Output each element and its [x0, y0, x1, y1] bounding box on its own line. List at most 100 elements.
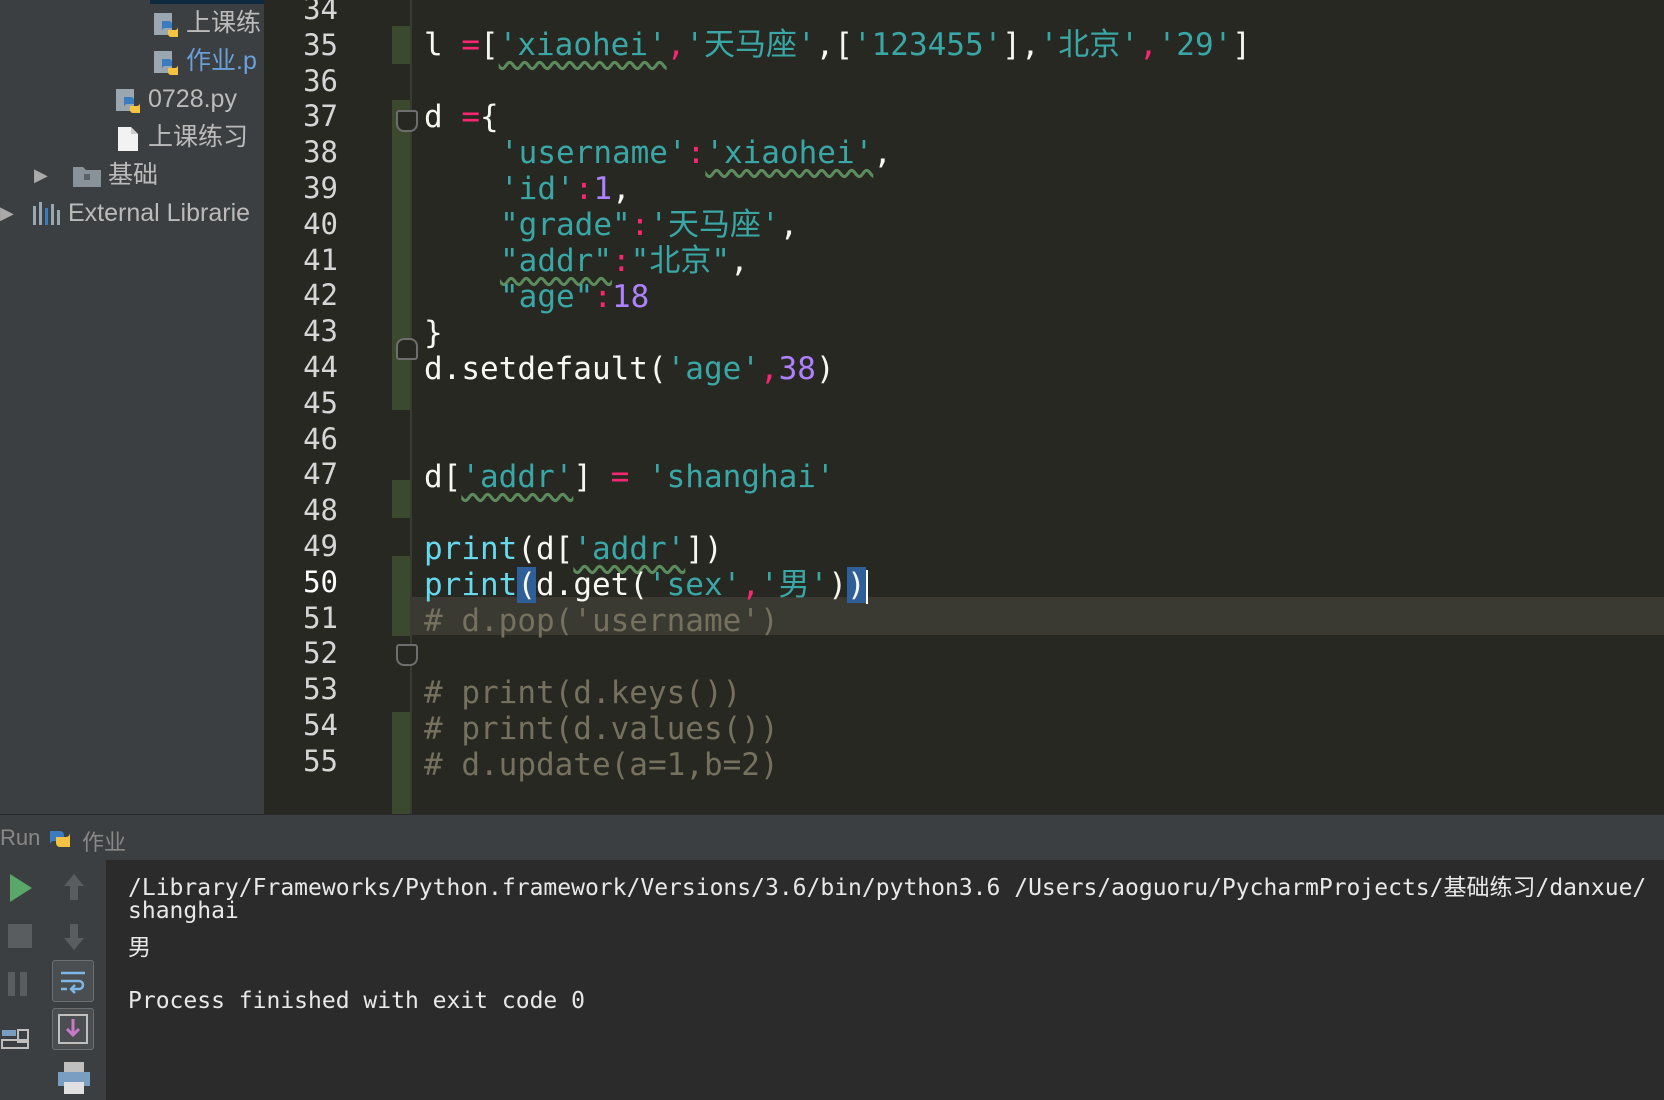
code-token: print — [424, 531, 518, 567]
line-number: 41 — [303, 242, 338, 277]
fold-toggle-icon[interactable] — [396, 110, 418, 132]
line-number: 39 — [303, 171, 338, 205]
code-token: 'shanghai' — [647, 459, 835, 495]
run-icon[interactable] — [2, 868, 42, 908]
code-line-55[interactable]: # d.update(a=1,b=2) — [424, 746, 779, 784]
code-line-44[interactable]: d.setdefault('age',38) — [424, 350, 835, 388]
line-number: 51 — [303, 600, 338, 635]
code-token: 'xiaohei' — [705, 135, 874, 171]
code-line-54[interactable]: # print(d.values()) — [424, 710, 779, 748]
code-token: = — [610, 459, 630, 495]
text-caret — [865, 569, 868, 604]
tree-item-label: 上课练习 — [148, 123, 249, 151]
code-token: , — [666, 27, 686, 63]
library-icon — [33, 202, 60, 225]
code-line-47[interactable]: d['addr'] = 'shanghai' — [424, 458, 835, 496]
code-line-50[interactable]: print(d.get('sex','男')) — [424, 566, 868, 604]
code-token: , — [741, 567, 760, 603]
code-token: } — [424, 315, 443, 351]
code-token: : — [593, 279, 612, 315]
run-panel-title: Run — [0, 825, 41, 850]
line-number: 35 — [303, 27, 338, 62]
code-line-40[interactable]: "grade":'天马座', — [500, 206, 798, 244]
expand-arrow-icon[interactable]: ▶ — [0, 194, 14, 232]
layout-icon[interactable] — [0, 1022, 40, 1062]
code-token: "age" — [500, 279, 594, 315]
line-number: 38 — [303, 135, 338, 170]
change-marker — [392, 100, 410, 410]
code-token: 'addr' — [461, 459, 574, 495]
code-token: "grade" — [500, 207, 631, 243]
code-token: = — [461, 99, 480, 135]
scroll-to-end-button[interactable] — [52, 1008, 94, 1050]
fold-toggle-icon[interactable] — [396, 644, 418, 666]
code-token: 'addr' — [573, 531, 686, 567]
code-token: '北京' — [1039, 27, 1139, 63]
change-marker — [392, 480, 410, 518]
code-token: 38 — [778, 351, 816, 387]
line-number: 53 — [303, 672, 338, 707]
run-panel-header: Run 作业 — [0, 814, 1664, 861]
code-token: # d.pop('username') — [424, 603, 779, 639]
code-token: , — [729, 243, 749, 279]
code-line-41[interactable]: "addr":"北京", — [500, 242, 749, 280]
soft-wrap-icon — [61, 971, 85, 994]
scroll-to-end-icon — [58, 1014, 88, 1044]
tree-item-label: 上课练 — [186, 9, 262, 37]
code-token: [ — [480, 27, 499, 63]
code-token: : — [686, 135, 706, 171]
code-token: d.setdefault( — [424, 351, 667, 387]
python-icon — [50, 831, 70, 847]
up-icon[interactable] — [54, 868, 94, 908]
code-token: : — [630, 207, 650, 243]
code-token: 18 — [612, 279, 650, 315]
code-token: : — [574, 171, 594, 207]
run-config-name[interactable]: 作业 — [82, 825, 126, 857]
run-console-output[interactable]: /Library/Frameworks/Python.framework/Ver… — [106, 860, 1664, 1100]
line-number: 55 — [303, 743, 338, 778]
console-line: 男 — [128, 935, 151, 961]
stop-icon[interactable] — [2, 916, 42, 956]
code-editor[interactable]: 34 35 36 37 38 39 40 41 42 43 44 45 46 47 48 49 50 51 52 53… — [264, 0, 1664, 814]
code-token: d[ — [424, 459, 462, 495]
code-token: 'sex' — [647, 567, 742, 603]
code-token: '123455' — [852, 27, 1003, 63]
code-line-37[interactable]: d ={ — [424, 98, 499, 136]
change-marker — [392, 556, 410, 636]
expand-arrow-icon[interactable]: ▶ — [34, 156, 48, 194]
code-token: "addr" — [500, 243, 612, 279]
code-line-42[interactable]: "age":18 — [500, 278, 649, 316]
file-icon — [118, 127, 138, 151]
change-marker — [392, 26, 410, 64]
code-token: d.get( — [536, 567, 648, 603]
code-line-43[interactable]: } — [424, 314, 443, 352]
code-token: print — [424, 567, 518, 603]
fold-toggle-icon[interactable] — [396, 338, 418, 360]
tree-item-label: 0728.py — [148, 85, 237, 113]
code-line-51[interactable]: # d.pop('username') — [424, 602, 779, 640]
code-token: '天马座' — [685, 27, 816, 63]
code-line-49[interactable]: print(d['addr']) — [424, 530, 723, 568]
line-number: 37 — [303, 99, 338, 134]
code-token: l — [424, 27, 462, 63]
down-icon[interactable] — [54, 916, 94, 956]
console-line: shanghai — [128, 898, 239, 924]
code-token: { — [480, 99, 499, 135]
soft-wrap-button[interactable] — [52, 960, 94, 1002]
code-token: ] — [573, 459, 611, 495]
tree-item-label: External Librarie — [68, 199, 251, 227]
console-line: /Library/Frameworks/Python.framework/Ver… — [128, 875, 1647, 901]
line-number: 52 — [303, 636, 338, 671]
line-number: 49 — [303, 529, 338, 563]
code-token: ) — [815, 351, 835, 387]
line-number: 34 — [303, 0, 338, 26]
print-icon[interactable] — [54, 1058, 94, 1098]
pause-icon[interactable] — [2, 964, 42, 1004]
code-line-35[interactable]: l =['xiaohei','天马座',['123455'],'北京','29'… — [424, 26, 1251, 64]
line-number: 43 — [303, 314, 338, 349]
code-line-38[interactable]: 'username':'xiaohei', — [500, 134, 892, 172]
code-line-39[interactable]: 'id':1, — [500, 170, 631, 208]
code-line-53[interactable]: # print(d.keys()) — [424, 674, 741, 712]
code-token: ]) — [685, 531, 723, 567]
code-token: , — [873, 135, 892, 171]
